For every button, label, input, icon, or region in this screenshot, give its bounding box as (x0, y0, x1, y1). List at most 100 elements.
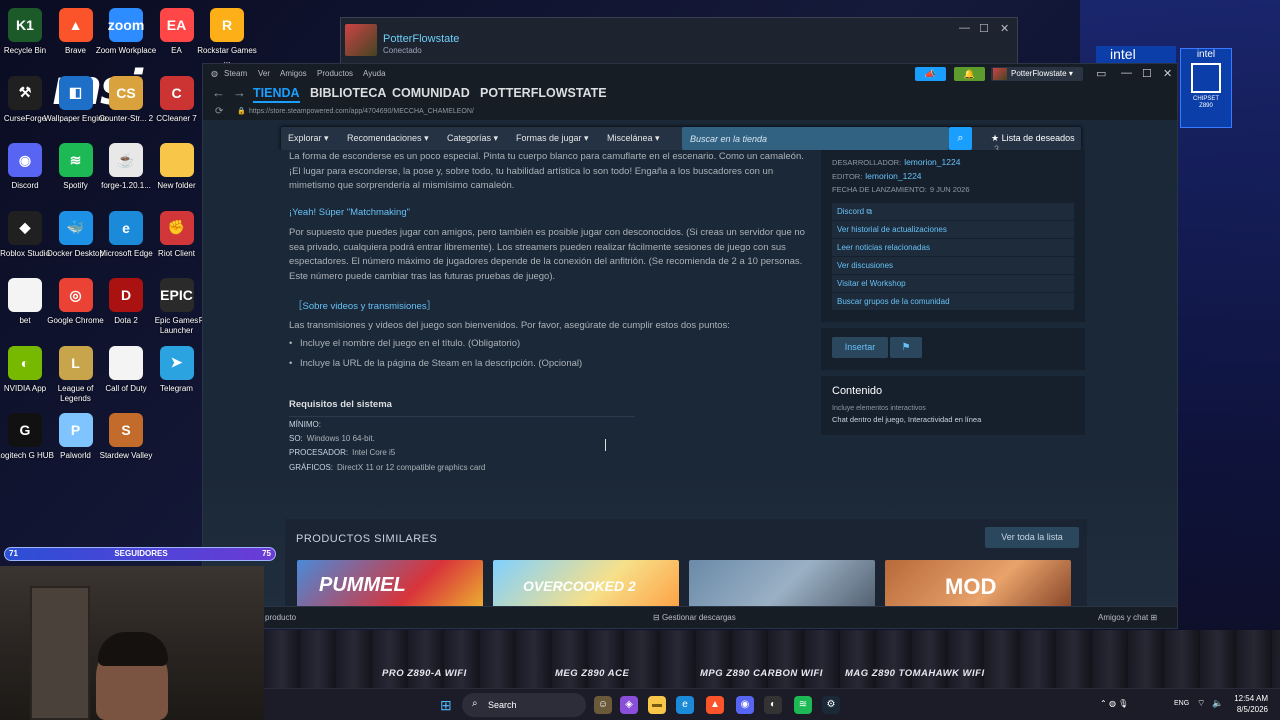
store-menu-bar: Explorar ▾ Recomendaciones ▾ Categorías … (281, 127, 1081, 154)
workshop-link[interactable]: Visitar el Workshop (832, 275, 1074, 292)
menu-productos[interactable]: Productos (317, 69, 353, 78)
description-heading: ¡Yeah! Súper "Matchmaking" (289, 207, 410, 218)
content-description: Chat dentro del juego, Interactividad en… (832, 415, 982, 424)
update-history-link[interactable]: Ver historial de actualizaciones (832, 221, 1074, 238)
microphone-icon[interactable]: 🎙 (1118, 699, 1128, 708)
requirement-row: GRÁFICOS: DirectX 11 or 12 compatible gra… (289, 463, 485, 472)
store-menu-explorar[interactable]: Explorar ▾ (288, 133, 329, 144)
community-groups-link[interactable]: Buscar grupos de la comunidad (832, 293, 1074, 310)
recycle-bin-icon: K1 (8, 8, 42, 42)
taskbar-search[interactable]: ⌕ Search (462, 693, 586, 717)
tab-biblioteca[interactable]: BIBLIOTECA (310, 86, 386, 100)
friends-chat[interactable]: Amigos y chat ⊞ (1098, 613, 1157, 622)
manage-downloads[interactable]: ⊟ Gestionar descargas (653, 613, 736, 622)
developer-label: DESARROLLADOR: (832, 158, 902, 167)
avatar[interactable] (345, 24, 377, 56)
requirement-key: SO: (289, 434, 303, 443)
close-icon[interactable]: ✕ (1000, 22, 1009, 35)
url-bar[interactable]: ⟳ 🔒 https://store.steampowered.com/app/4… (203, 106, 1177, 120)
discord-icon[interactable]: ◉ (736, 696, 754, 714)
discord-link[interactable]: Discord ⧉ (832, 203, 1074, 220)
language-indicator[interactable]: ENG (1174, 700, 1189, 707)
news-link[interactable]: Leer noticias relacionadas (832, 239, 1074, 256)
brave-icon: ▲ (58, 8, 93, 42)
requirement-value: Intel Core i5 (352, 448, 396, 457)
windows-start-icon[interactable]: ⊞ (440, 697, 456, 713)
widgets-icon[interactable]: ☺ (594, 696, 612, 714)
maximize-icon[interactable]: ☐ (1142, 67, 1152, 80)
dota-icon: D (109, 278, 143, 312)
webcam-background-door (30, 586, 90, 720)
chrome-icon: ◎ (58, 278, 93, 312)
developer-link[interactable]: lemorion_1224 (904, 157, 960, 167)
search-button[interactable]: ⌕ (949, 127, 972, 150)
shield-icon[interactable]: ◍ (1109, 699, 1116, 708)
announcements-button[interactable]: 📣 (915, 67, 946, 81)
speaker-icon[interactable]: 🔈 (1212, 698, 1223, 709)
brave-icon[interactable]: ▲ (706, 696, 724, 714)
add-product-link[interactable]: producto (265, 613, 296, 622)
similar-product-tile[interactable]: MOD (885, 560, 1071, 606)
similar-product-tile[interactable] (689, 560, 875, 606)
desktop-icon[interactable]: S Stardew Valley (93, 409, 159, 475)
menu-ayuda[interactable]: Ayuda (363, 69, 386, 78)
store-menu-label: Formas de jugar (516, 133, 582, 143)
friend-name[interactable]: PotterFlowstate (383, 33, 459, 45)
reload-icon[interactable]: ⟳ (215, 106, 223, 117)
close-icon[interactable]: ✕ (1163, 67, 1172, 80)
similar-product-title: MOD (945, 574, 997, 599)
wifi-icon[interactable]: ⌔ (1197, 698, 1205, 709)
steam-icon[interactable]: ⚙ (822, 696, 840, 714)
minimize-icon[interactable]: — (1121, 67, 1132, 79)
similar-product-tile[interactable]: OVERCOOKED 2 (493, 560, 679, 606)
desktop-icon[interactable]: R Rockstar Games ... (194, 4, 260, 70)
java-icon: ☕ (109, 143, 143, 177)
spotify-icon[interactable]: ≋ (794, 696, 812, 714)
file-explorer-icon[interactable]: ▬ (648, 696, 666, 714)
copilot-icon[interactable]: ◈ (620, 696, 638, 714)
taskbar-search-label: Search (488, 700, 517, 710)
discussions-link[interactable]: Ver discusiones (832, 257, 1074, 274)
edge-icon[interactable]: e (676, 696, 694, 714)
friends-window[interactable]: PotterFlowstate Conectado — ☐ ✕ (340, 17, 1018, 67)
similar-product-tile[interactable]: PUMMEL (297, 560, 483, 606)
tab-profile[interactable]: POTTERFLOWSTATE (480, 86, 607, 100)
store-menu-formas-de-jugar[interactable]: Formas de jugar ▾ (516, 133, 589, 144)
roblox-studio-icon: ◆ (8, 210, 42, 245)
clock-date: 8/5/2026 (1236, 705, 1268, 714)
developer-row: DESARROLLADOR: lemorion_1224 (832, 157, 960, 167)
account-menu[interactable]: PotterFlowstate ▾ (991, 67, 1083, 81)
chevron-up-icon[interactable]: ⌃ (1100, 699, 1107, 708)
menu-ver[interactable]: Ver (258, 69, 270, 78)
menu-amigos[interactable]: Amigos (280, 69, 307, 78)
followers-goal-bar: 71 SEGUIDORES 75 (4, 547, 276, 561)
back-arrow-icon[interactable]: ← (212, 85, 225, 100)
maximize-icon[interactable]: ☐ (979, 22, 989, 35)
page-url[interactable]: https://store.steampowered.com/app/47046… (249, 108, 474, 115)
telegram-icon: ➤ (159, 345, 194, 380)
notifications-button[interactable]: 🔔 (954, 67, 985, 81)
store-menu-miscelanea[interactable]: Miscelánea ▾ (607, 133, 660, 144)
search-input[interactable] (682, 127, 949, 150)
github-icon[interactable]: ◐ (764, 696, 782, 714)
board-tag: MPG Z890 CARBON WIFI (700, 668, 823, 679)
clock[interactable]: 12:54 AM 8/5/2026 (1228, 693, 1268, 715)
embed-button[interactable]: Insertar (832, 337, 888, 358)
system-tray[interactable]: ⌃ ◍ 🎙 (1100, 699, 1128, 708)
store-menu-categorias[interactable]: Categorías ▾ (447, 133, 498, 144)
publisher-link[interactable]: lemorion_1224 (865, 171, 921, 181)
minimize-icon[interactable]: — (959, 22, 970, 34)
big-picture-icon[interactable]: ▭ (1096, 67, 1106, 80)
forward-arrow-icon[interactable]: → (233, 85, 246, 100)
store-menu-recomendaciones[interactable]: Recomendaciones ▾ (347, 133, 429, 144)
tab-tienda[interactable]: TIENDA (253, 86, 300, 103)
lock-icon: 🔒 (237, 108, 246, 115)
report-button[interactable]: ⚑ (890, 337, 922, 358)
tab-comunidad[interactable]: COMUNIDAD (392, 86, 470, 100)
menu-steam[interactable]: Steam (224, 69, 247, 78)
zoom-icon: zoom (108, 8, 144, 42)
star-icon: ★ (991, 133, 1000, 143)
requirement-value: Windows 10 64-bit. (306, 434, 375, 443)
see-all-button[interactable]: Ver toda la lista (985, 527, 1079, 548)
release-date-row: FECHA DE LANZAMIENTO: 9 JUN 2026 (832, 185, 970, 194)
